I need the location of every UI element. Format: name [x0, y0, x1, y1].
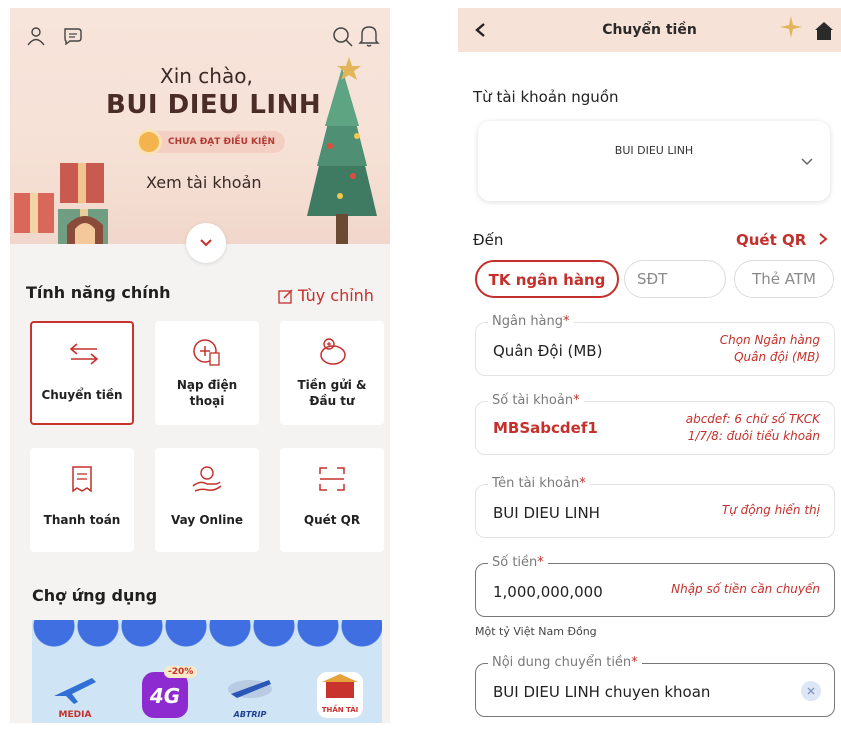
feature-payment[interactable]: Thanh toán: [30, 448, 134, 552]
account-number-hint: abcdef: 6 chữ số TKCK 1/7/8: đuôi tiểu kh…: [685, 412, 820, 443]
qr-scan-icon: [319, 467, 345, 491]
source-account-name: BUI DIEU LINH: [614, 144, 694, 157]
transfer-screen: Chuyển tiền Từ tài khoản nguồn BUI DIEU …: [458, 8, 841, 723]
account-number-value: MBSabcdef1: [493, 419, 598, 437]
app-4g[interactable]: -20% 4G: [142, 666, 198, 718]
piggy-bank-icon: [320, 338, 346, 365]
source-account-label: Từ tài khoản nguồn: [473, 88, 619, 106]
amount-hint: Nhập số tiền cần chuyển: [671, 582, 820, 596]
tab-atm-card[interactable]: Thẻ ATM: [734, 260, 834, 298]
phone-topup-icon: [193, 339, 220, 366]
account-number-label: Số tài khoản*: [488, 393, 584, 408]
bank-hint: Chọn Ngân hàng Quân đội (MB): [719, 333, 820, 364]
christmas-tree-icon: [307, 68, 377, 244]
account-name-label: Tên tài khoản*: [488, 476, 590, 491]
feature-label: Chuyển tiền: [41, 388, 123, 402]
feature-savings-invest[interactable]: Tiền gửi & Đầu tư: [280, 321, 384, 425]
app-label: MEDIA: [58, 710, 92, 720]
home-icon[interactable]: [814, 21, 834, 41]
view-account-link[interactable]: Xem tài khoản: [146, 173, 262, 192]
transfer-arrows-icon: [69, 343, 99, 365]
star-icon: [337, 57, 361, 80]
user-name: BUI DIEU LINH: [106, 90, 322, 120]
transfer-content-input[interactable]: Nội dung chuyển tiền* BUI DIEU LINH chuy…: [475, 655, 835, 717]
airplane-icon: [228, 680, 272, 698]
marketplace-panel: MEDIA -20% 4G ABTRIP THẦN TÀI: [32, 620, 382, 723]
tab-bank-account[interactable]: TK ngân hàng: [475, 260, 619, 298]
home-hero-banner: Xin chào, BUI DIEU LINH CHƯA ĐẠT ĐIỀU KI…: [10, 8, 390, 244]
account-name-hint: Tự động hiển thị: [721, 503, 820, 517]
feature-label: Nạp điện thoại: [176, 378, 238, 408]
feature-transfer[interactable]: Chuyển tiền: [30, 321, 134, 425]
feature-label: Tiền gửi & Đầu tư: [297, 378, 367, 408]
scan-qr-link[interactable]: Quét QR: [736, 231, 828, 249]
search-icon[interactable]: [332, 26, 354, 48]
greeting-text: Xin chào,: [160, 64, 253, 88]
app-media[interactable]: MEDIA: [52, 672, 98, 720]
feature-label: Vay Online: [170, 513, 243, 527]
bank-field-label: Ngân hàng*: [488, 314, 574, 329]
plane-icon: [54, 678, 96, 704]
bank-value: Quân Đội (MB): [493, 342, 603, 360]
loan-hand-icon: [192, 466, 222, 492]
chevron-down-icon: [801, 158, 813, 166]
source-account-selector[interactable]: BUI DIEU LINH: [478, 121, 830, 201]
chevron-down-icon: [200, 239, 212, 247]
transfer-content-value: BUI DIEU LINH chuyen khoan: [493, 683, 711, 701]
account-name-field: Tên tài khoản* BUI DIEU LINH Tự động hiể…: [475, 476, 835, 538]
transfer-content-label: Nội dung chuyển tiền*: [488, 655, 642, 670]
account-number-field[interactable]: Số tài khoản* MBSabcdef1 abcdef: 6 chữ s…: [475, 393, 835, 455]
edit-icon: [278, 289, 293, 304]
amount-value: 1,000,000,000: [493, 583, 603, 601]
app-label: 4G: [149, 684, 181, 708]
main-features-title: Tính năng chính: [26, 283, 171, 302]
app-than-tai[interactable]: THẦN TÀI: [317, 672, 363, 718]
app-label: ABTRIP: [233, 710, 267, 719]
chat-icon[interactable]: [62, 26, 84, 46]
amount-label: Số tiền*: [488, 555, 548, 570]
feature-scan-qr[interactable]: Quét QR: [280, 448, 384, 552]
expand-button[interactable]: [186, 223, 226, 263]
tab-phone-number[interactable]: SĐT: [624, 260, 726, 298]
amount-input[interactable]: Số tiền* 1,000,000,000 Nhập số tiền cần …: [475, 555, 835, 617]
scan-qr-label: Quét QR: [736, 231, 807, 249]
feature-label: Thanh toán: [43, 513, 121, 527]
profile-icon[interactable]: [26, 26, 46, 46]
temple-icon: [322, 674, 358, 698]
status-badge: CHƯA ĐẠT ĐIỀU KIỆN: [136, 129, 286, 155]
feature-online-loan[interactable]: Vay Online: [155, 448, 259, 552]
feature-phone-topup[interactable]: Nạp điện thoại: [155, 321, 259, 425]
clear-button[interactable]: [801, 681, 821, 701]
awning-decoration: [32, 620, 382, 650]
customize-button[interactable]: Tùy chỉnh: [278, 286, 374, 305]
close-icon: [807, 687, 815, 695]
medal-icon: [136, 129, 162, 155]
status-badge-label: CHƯA ĐẠT ĐIỀU KIỆN: [168, 137, 276, 147]
top-bar: Chuyển tiền: [458, 8, 841, 52]
marketplace-title: Chợ ứng dụng: [32, 586, 158, 605]
app-label: THẦN TÀI: [321, 706, 359, 714]
home-screen: Xin chào, BUI DIEU LINH CHƯA ĐẠT ĐIỀU KI…: [10, 8, 390, 723]
discount-badge: -20%: [164, 666, 198, 678]
amount-in-words: Một tỷ Việt Nam Đồng: [475, 625, 597, 638]
destination-label: Đến: [473, 231, 504, 249]
chevron-right-icon: [818, 233, 828, 245]
bill-icon: [72, 466, 92, 493]
app-abtrip[interactable]: ABTRIP: [227, 672, 273, 719]
bell-icon[interactable]: [358, 24, 380, 48]
fireplace-icon: [67, 216, 103, 244]
customize-label: Tùy chỉnh: [298, 286, 374, 305]
sparkle-star-icon: [780, 16, 802, 38]
bank-select[interactable]: Ngân hàng* Quân Đội (MB) Chọn Ngân hàng Q…: [475, 314, 835, 376]
feature-label: Quét QR: [303, 513, 361, 527]
account-name-value: BUI DIEU LINH: [493, 504, 600, 522]
